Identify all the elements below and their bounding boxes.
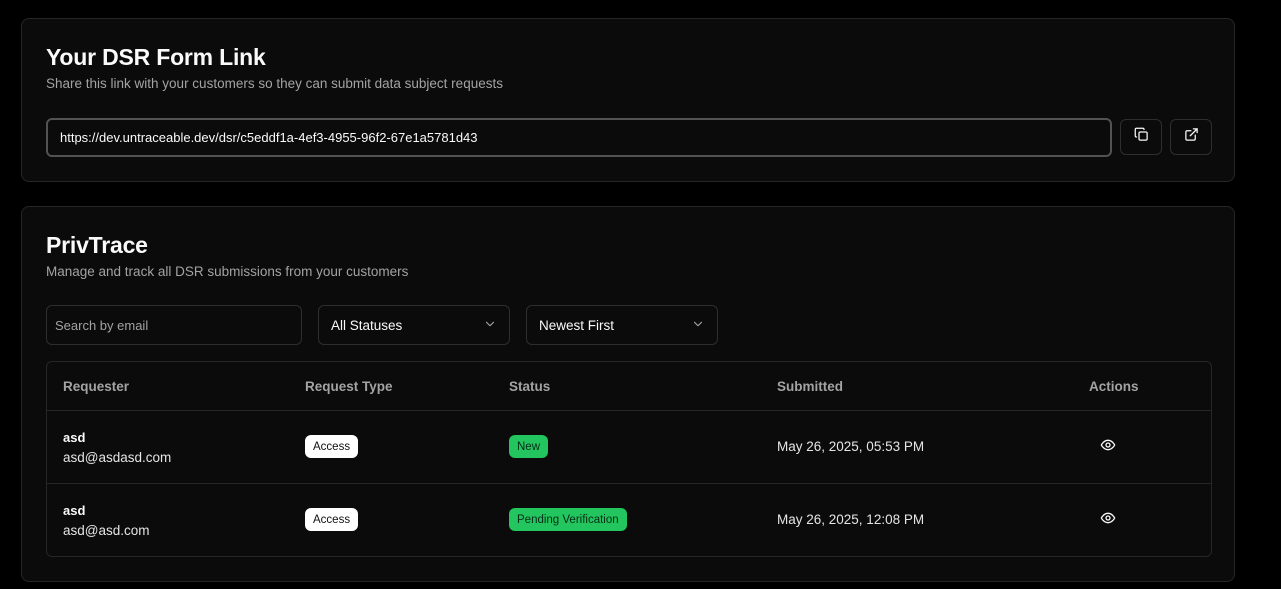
dsr-link-input[interactable] <box>46 118 1112 157</box>
copy-link-button[interactable] <box>1120 119 1162 155</box>
submitted-date: May 26, 2025, 12:08 PM <box>777 512 925 527</box>
copy-icon <box>1134 127 1149 147</box>
column-header-requester: Requester <box>63 379 130 394</box>
submitted-date: May 26, 2025, 05:53 PM <box>777 439 925 454</box>
request-type-badge: Access <box>305 508 359 531</box>
open-link-button[interactable] <box>1170 119 1212 155</box>
card-subtitle: Share this link with your customers so t… <box>46 76 503 91</box>
view-request-button[interactable] <box>1097 437 1119 457</box>
status-badge: Pending Verification <box>509 508 627 531</box>
status-filter-value: All Statuses <box>331 317 403 333</box>
eye-icon <box>1100 510 1116 531</box>
column-header-request-type: Request Type <box>305 379 393 394</box>
submissions-table: Requester Request Type Status Submitted … <box>46 361 1212 557</box>
requester-name: asd <box>63 503 86 518</box>
request-type-badge: Access <box>305 435 359 458</box>
table-header: Requester Request Type Status Submitted … <box>47 362 1211 411</box>
sort-select[interactable]: Newest First <box>526 305 718 345</box>
table-row: asd asd@asdasd.com Access New May 26, 20… <box>47 411 1211 484</box>
requester-email: asd@asd.com <box>63 523 150 538</box>
requester-email: asd@asdasd.com <box>63 450 172 465</box>
status-badge: New <box>509 435 549 458</box>
chevron-down-icon <box>483 317 497 334</box>
search-email-input[interactable] <box>46 305 302 345</box>
view-request-button[interactable] <box>1097 510 1119 530</box>
column-header-submitted: Submitted <box>777 379 843 394</box>
card-subtitle: Manage and track all DSR submissions fro… <box>46 264 409 279</box>
requester-name: asd <box>63 430 86 445</box>
status-filter-select[interactable]: All Statuses <box>318 305 510 345</box>
chevron-down-icon <box>691 317 705 334</box>
external-link-icon <box>1184 127 1199 147</box>
eye-icon <box>1100 437 1116 458</box>
card-title: Your DSR Form Link <box>46 44 266 70</box>
column-header-status: Status <box>509 379 551 394</box>
privtrace-card: PrivTrace Manage and track all DSR submi… <box>21 206 1235 582</box>
card-title: PrivTrace <box>46 232 148 258</box>
column-header-actions: Actions <box>1089 379 1139 394</box>
dsr-link-card: Your DSR Form Link Share this link with … <box>21 18 1235 182</box>
table-row: asd asd@asd.com Access Pending Verificat… <box>47 484 1211 556</box>
sort-value: Newest First <box>539 317 615 333</box>
